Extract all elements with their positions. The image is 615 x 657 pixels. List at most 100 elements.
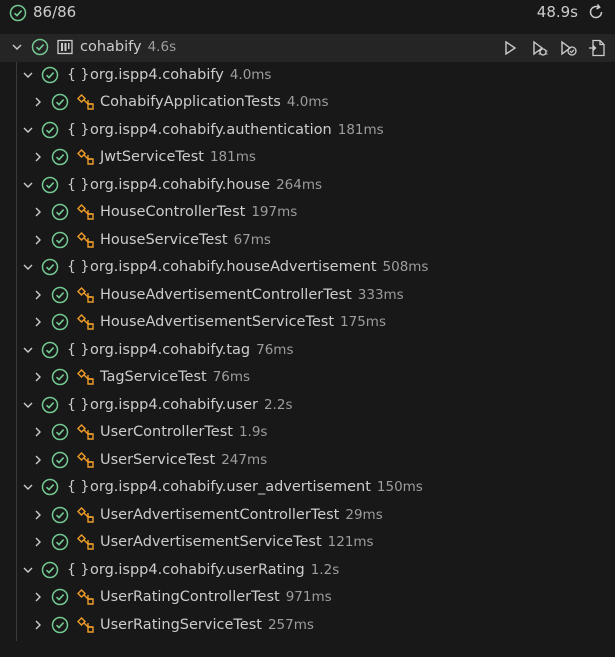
passed-check-icon [51, 203, 69, 221]
test-class-row[interactable]: HouseServiceTest 67ms [0, 227, 615, 255]
test-item-label: UserRatingServiceTest 257ms [100, 616, 314, 634]
test-item-duration: 247ms [221, 451, 268, 468]
test-item-name: org.ispp4.cohabify.user_advertisement [90, 479, 371, 495]
test-class-row[interactable]: HouseAdvertisementServiceTest 175ms [0, 309, 615, 337]
test-item-duration: 4.6s [147, 39, 177, 55]
test-item-name: org.ispp4.cohabify.house [90, 176, 271, 193]
chevron-right-icon[interactable] [32, 426, 44, 438]
test-item-name: HouseControllerTest [100, 204, 246, 220]
package-braces-icon: { } [67, 341, 90, 358]
package-braces-icon: { } [67, 66, 90, 83]
class-symbol-icon [77, 368, 95, 386]
test-item-duration: 181ms [209, 149, 256, 165]
test-package-row[interactable]: { } org.ispp4.cohabify 4.0ms [0, 62, 615, 90]
test-package-row[interactable]: { } org.ispp4.cohabify.user 2.2s [0, 392, 615, 420]
chevron-down-icon[interactable] [22, 69, 34, 81]
passed-check-icon [51, 423, 69, 441]
chevron-right-icon[interactable] [32, 96, 44, 108]
test-class-row[interactable]: UserRatingControllerTest 971ms [0, 584, 615, 612]
test-package-row[interactable]: { } org.ispp4.cohabify.tag 76ms [0, 337, 615, 365]
test-package-row[interactable]: { } org.ispp4.cohabify.authentication 181m… [0, 117, 615, 145]
passed-check-icon [51, 451, 69, 469]
passed-check-icon [51, 368, 69, 386]
test-item-label: org.ispp4.cohabify.authentication 181ms [90, 121, 384, 139]
test-package-row[interactable]: { } org.ispp4.cohabify.house 264ms [0, 172, 615, 200]
package-braces-icon: { } [67, 259, 90, 275]
chevron-right-icon[interactable] [32, 289, 44, 301]
chevron-right-icon[interactable] [32, 536, 44, 548]
test-item-duration: 197ms [251, 204, 298, 220]
test-item-duration: 1.2s [310, 561, 340, 578]
class-symbol-icon [77, 506, 95, 524]
test-item-label: org.ispp4.cohabify.houseAdvertisement 508… [90, 258, 428, 276]
test-item-duration: 333ms [357, 286, 404, 303]
chevron-right-icon[interactable] [32, 234, 44, 246]
chevron-down-icon[interactable] [22, 564, 34, 576]
chevron-right-icon[interactable] [32, 591, 44, 603]
test-item-label: JwtServiceTest 181ms [100, 148, 256, 166]
test-class-row[interactable]: CohabifyApplicationTests 4.0ms [0, 89, 615, 117]
go-to-test-icon[interactable] [587, 38, 609, 58]
test-item-label: UserRatingControllerTest 971ms [100, 588, 332, 606]
test-item-name: org.ispp4.cohabify.user [90, 396, 258, 413]
package-braces-icon: { } [67, 479, 90, 495]
test-item-duration: 257ms [267, 616, 314, 633]
chevron-right-icon[interactable] [32, 206, 44, 218]
test-class-row[interactable]: HouseControllerTest 197ms [0, 199, 615, 227]
test-item-label: HouseControllerTest 197ms [100, 203, 297, 221]
chevron-right-icon[interactable] [32, 509, 44, 521]
chevron-down-icon[interactable] [22, 261, 34, 273]
test-item-label: org.ispp4.cohabify.user 2.2s [90, 396, 292, 414]
rerun-icon[interactable] [586, 2, 606, 22]
test-class-row[interactable]: UserAdvertisementControllerTest 29ms [0, 502, 615, 530]
test-class-row[interactable]: UserAdvertisementServiceTest 121ms [0, 529, 615, 557]
test-class-row[interactable]: TagServiceTest 76ms [0, 364, 615, 392]
passed-check-icon [41, 121, 59, 139]
chevron-down-icon[interactable] [22, 344, 34, 356]
test-item-duration: 4.0ms [286, 94, 329, 110]
elapsed-time: 48.9s [536, 3, 578, 21]
passed-check-icon [51, 616, 69, 634]
test-package-row[interactable]: { } org.ispp4.cohabify.houseAdvertisement… [0, 254, 615, 282]
run-test-icon[interactable] [500, 38, 522, 58]
chevron-down-icon[interactable] [11, 41, 23, 53]
chevron-down-icon[interactable] [22, 399, 34, 411]
chevron-down-icon[interactable] [22, 481, 34, 493]
chevron-down-icon[interactable] [22, 179, 34, 191]
project-icon [57, 38, 73, 56]
test-class-row[interactable]: UserServiceTest 247ms [0, 447, 615, 475]
chevron-right-icon[interactable] [32, 371, 44, 383]
chevron-right-icon[interactable] [32, 316, 44, 328]
test-item-duration: 1.9s [238, 424, 268, 440]
passed-check-icon [9, 4, 27, 22]
chevron-down-icon[interactable] [22, 124, 34, 136]
test-class-row[interactable]: UserRatingServiceTest 257ms [0, 612, 615, 640]
test-item-name: UserRatingServiceTest [100, 616, 262, 633]
test-package-row[interactable]: { } org.ispp4.cohabify.userRating 1.2s [0, 557, 615, 585]
passed-check-icon [41, 341, 59, 359]
test-item-label: cohabify 4.6s [80, 38, 176, 56]
run-with-coverage-icon[interactable] [558, 38, 580, 58]
debug-test-icon[interactable] [529, 38, 551, 58]
class-symbol-icon [77, 423, 95, 441]
chevron-right-icon[interactable] [32, 619, 44, 631]
test-item-name: TagServiceTest [100, 369, 207, 385]
test-tree-root[interactable]: cohabify 4.6s [0, 34, 615, 62]
test-package-row[interactable]: { } org.ispp4.cohabify.user_advertisement… [0, 474, 615, 502]
test-item-label: org.ispp4.cohabify.tag 76ms [90, 341, 294, 359]
chevron-right-icon[interactable] [32, 454, 44, 466]
test-item-duration: 2.2s [263, 396, 293, 413]
test-item-duration: 181ms [337, 121, 384, 138]
test-class-row[interactable]: HouseAdvertisementControllerTest 333ms [0, 282, 615, 310]
class-symbol-icon [77, 148, 95, 166]
test-item-name: HouseAdvertisementControllerTest [100, 286, 352, 303]
test-item-label: UserControllerTest 1.9s [100, 423, 267, 441]
test-item-name: UserAdvertisementServiceTest [100, 534, 322, 550]
test-item-label: org.ispp4.cohabify 4.0ms [90, 66, 271, 84]
chevron-right-icon[interactable] [32, 151, 44, 163]
test-item-duration: 508ms [382, 259, 429, 275]
test-class-row[interactable]: UserControllerTest 1.9s [0, 419, 615, 447]
test-item-label: UserAdvertisementControllerTest 29ms [100, 506, 383, 524]
test-class-row[interactable]: JwtServiceTest 181ms [0, 144, 615, 172]
package-braces-icon: { } [67, 396, 90, 413]
